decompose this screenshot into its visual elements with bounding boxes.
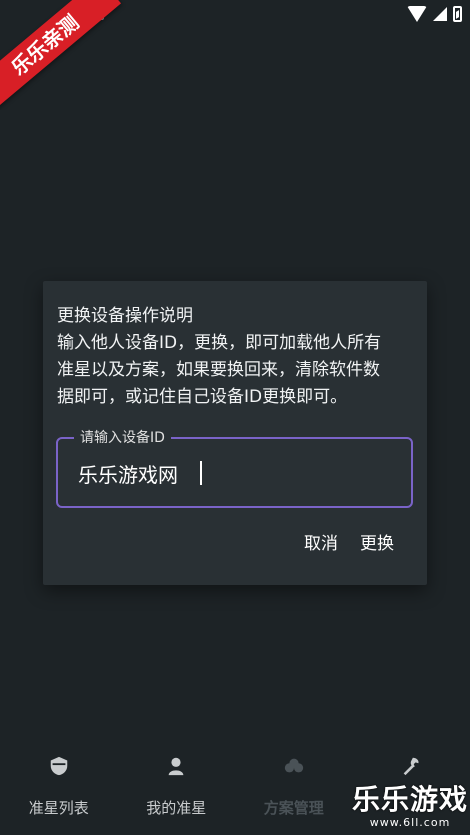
nav-item-crosshair-list[interactable]: 准星列表 <box>0 745 118 835</box>
nav-label-crosshair-list: 准星列表 <box>28 799 89 817</box>
corner-watermark: 乐乐亲测 <box>0 0 140 110</box>
corner-watermark-text: 乐乐亲测 <box>0 0 122 110</box>
bottom-watermark: 乐乐游戏 www.6ll.com <box>350 784 470 835</box>
device-id-label: 请输入设备ID <box>74 429 171 447</box>
tools-icon <box>403 757 419 776</box>
cancel-button[interactable]: 取消 <box>304 529 338 554</box>
change-button[interactable]: 更换 <box>360 529 394 554</box>
nav-item-plan-management[interactable]: 方案管理 <box>235 745 353 835</box>
nav-label-plan-management: 方案管理 <box>263 799 324 817</box>
wifi-icon <box>407 6 427 22</box>
change-device-dialog: 更换设备操作说明 输入他人设备ID，更换，即可加载他人所有 准星以及方案，如果要… <box>43 281 427 585</box>
device-id-input[interactable] <box>78 457 378 489</box>
dialog-body: 输入他人设备ID，更换，即可加载他人所有 准星以及方案，如果要换回来，清除软件数… <box>57 333 382 407</box>
text-cursor <box>200 461 202 485</box>
nav-label-my-crosshair: 我的准星 <box>146 799 207 817</box>
shield-icon <box>50 756 67 776</box>
status-icons <box>407 6 462 22</box>
battery-icon <box>453 6 462 22</box>
nav-item-my-crosshair[interactable]: 我的准星 <box>118 745 236 835</box>
watermark-main-text: 乐乐游戏 <box>351 783 468 816</box>
cloud-icon <box>284 758 303 773</box>
user-icon <box>168 757 184 776</box>
dialog-actions: 取消 更换 <box>304 529 394 554</box>
signal-icon <box>433 7 447 21</box>
watermark-url: www.6ll.com <box>369 816 451 829</box>
dialog-message: 更换设备操作说明 输入他人设备ID，更换，即可加载他人所有 准星以及方案，如果要… <box>57 303 417 411</box>
device-id-field[interactable]: 请输入设备ID <box>56 429 413 508</box>
dialog-title: 更换设备操作说明 <box>57 306 193 326</box>
